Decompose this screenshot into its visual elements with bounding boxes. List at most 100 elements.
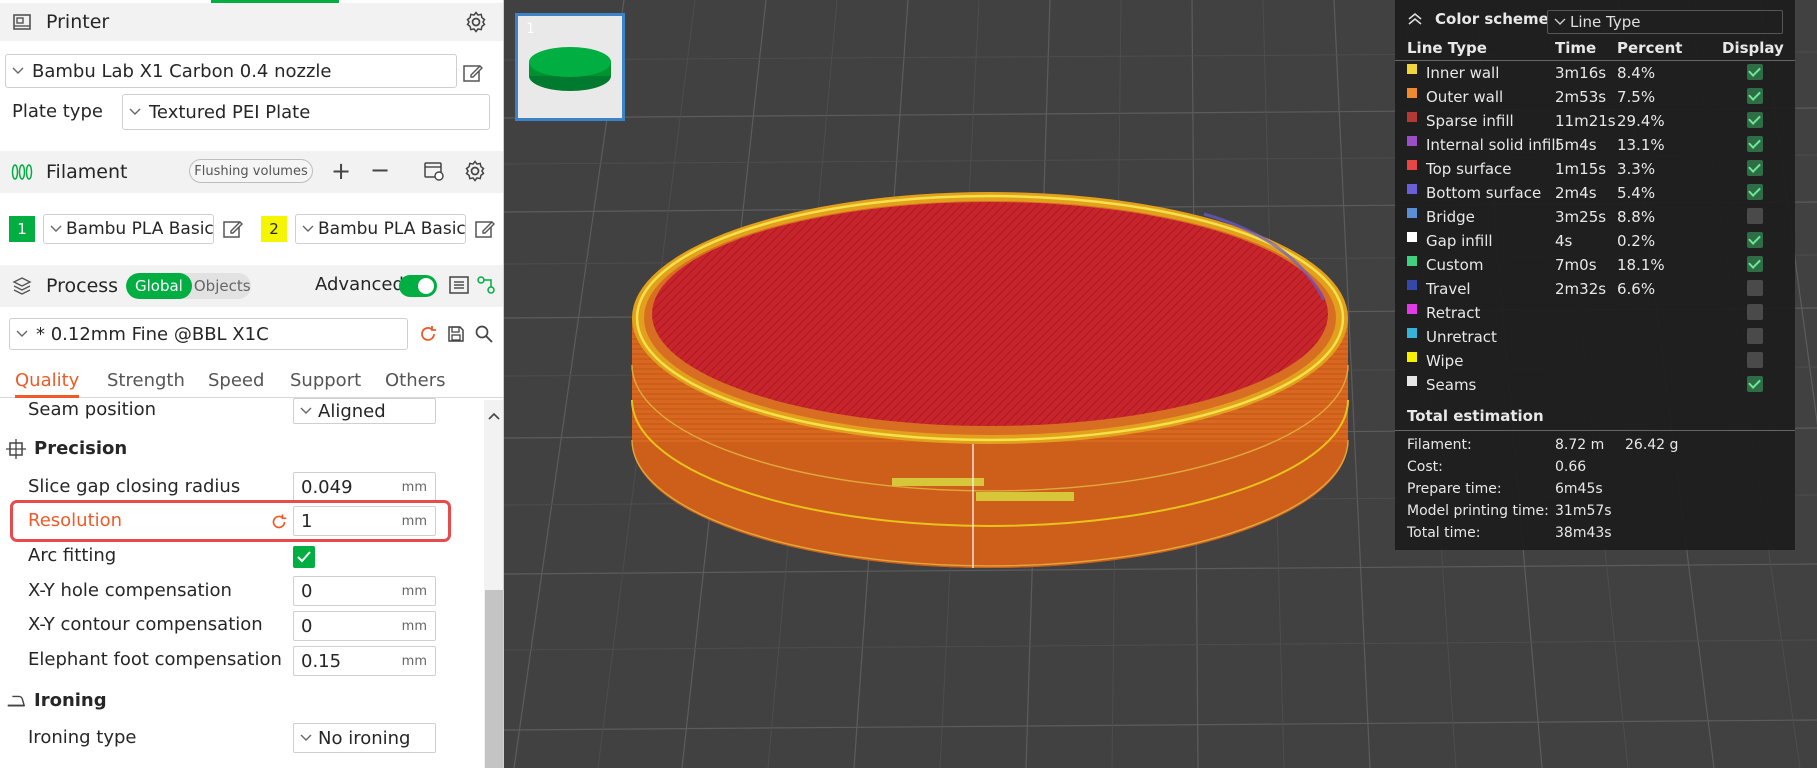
tab-others[interactable]: Others <box>385 370 446 391</box>
objects-option[interactable]: Objects <box>192 277 251 295</box>
line-type-name: Outer wall <box>1426 88 1504 106</box>
estimation-value: 6m45s <box>1555 481 1603 497</box>
compare-icon[interactable] <box>476 274 496 296</box>
display-checkbox[interactable] <box>1747 304 1763 320</box>
display-checkbox[interactable] <box>1747 136 1763 152</box>
line-type-name: Top surface <box>1426 160 1512 178</box>
process-profile-text: * 0.12mm Fine @BBL X1C <box>36 323 269 345</box>
line-type-time: 4s <box>1555 232 1573 250</box>
filament-slot-2-select[interactable]: Bambu PLA Basic <box>295 214 466 244</box>
process-scope-switch[interactable]: Global Objects <box>126 273 251 299</box>
line-type-percent: 6.6% <box>1617 280 1656 298</box>
ironing-type-label: Ironing type <box>28 727 137 748</box>
line-type-name: Bottom surface <box>1426 184 1542 202</box>
display-checkbox[interactable] <box>1747 112 1763 128</box>
legend-row: Unretract <box>1395 326 1795 350</box>
xy-contour-input[interactable]: 0 mm <box>293 611 436 641</box>
display-checkbox[interactable] <box>1747 208 1763 224</box>
seam-position-select[interactable]: Aligned <box>293 398 436 424</box>
save-profile-icon[interactable] <box>446 324 466 344</box>
process-profile-select[interactable]: * 0.12mm Fine @BBL X1C <box>9 318 408 350</box>
legend-row: Custom 7m0s 18.1% <box>1395 254 1795 278</box>
line-type-swatch <box>1407 88 1417 98</box>
elephant-foot-value: 0.15 <box>301 650 342 672</box>
filament-icon <box>10 160 34 184</box>
line-type-swatch <box>1407 64 1417 74</box>
tab-strength[interactable]: Strength <box>107 370 185 391</box>
estimation-row: Filament: 8.72 m 26.42 g <box>1395 437 1795 459</box>
line-type-name: Travel <box>1426 280 1471 298</box>
legend-separator <box>1395 430 1795 431</box>
remove-filament-icon[interactable]: − <box>370 158 390 182</box>
reset-resolution-icon[interactable] <box>270 513 288 531</box>
printer-icon <box>10 10 34 34</box>
line-type-time: 2m53s <box>1555 88 1607 106</box>
tab-quality[interactable]: Quality <box>15 370 79 391</box>
display-checkbox[interactable] <box>1747 280 1763 296</box>
line-type-percent: 0.2% <box>1617 232 1656 250</box>
col-time: Time <box>1555 39 1597 57</box>
edit-filament-2-icon[interactable] <box>474 218 496 240</box>
search-icon[interactable] <box>474 324 494 344</box>
legend-row: Wipe <box>1395 350 1795 374</box>
advanced-toggle[interactable] <box>399 275 437 297</box>
filament-slot-2-badge[interactable]: 2 <box>261 216 287 242</box>
display-checkbox[interactable] <box>1747 184 1763 200</box>
line-type-swatch <box>1407 184 1417 194</box>
estimation-row: Prepare time: 6m45s <box>1395 481 1795 503</box>
color-scheme-select[interactable]: Line Type <box>1547 10 1783 34</box>
slice-gap-label: Slice gap closing radius <box>28 476 241 497</box>
tab-support[interactable]: Support <box>290 370 361 391</box>
line-type-time: 5m4s <box>1555 136 1597 154</box>
line-type-time: 11m21s <box>1555 112 1616 130</box>
scroll-up-icon[interactable] <box>487 406 501 420</box>
line-type-percent: 8.4% <box>1617 64 1656 82</box>
process-layers-icon <box>10 274 34 298</box>
xy-contour-label: X-Y contour compensation <box>28 614 263 635</box>
xy-contour-unit: mm <box>401 618 427 634</box>
ironing-type-select[interactable]: No ironing <box>293 723 436 753</box>
display-checkbox[interactable] <box>1747 376 1763 392</box>
slice-gap-input[interactable]: 0.049 mm <box>293 472 436 502</box>
resolution-unit: mm <box>401 513 427 529</box>
list-view-icon[interactable] <box>448 274 470 296</box>
resolution-input[interactable]: 1 mm <box>293 506 436 536</box>
legend-row: Gap infill 4s 0.2% <box>1395 230 1795 254</box>
chevron-down-icon <box>300 407 314 415</box>
filament-settings-gear-icon[interactable] <box>463 159 487 183</box>
filament-title: Filament <box>46 161 128 183</box>
reset-profile-icon[interactable] <box>418 324 438 344</box>
filament-sync-icon[interactable] <box>422 159 446 183</box>
printer-model-select[interactable]: Bambu Lab X1 Carbon 0.4 nozzle <box>5 54 457 88</box>
elephant-foot-input[interactable]: 0.15 mm <box>293 646 436 676</box>
flushing-volumes-button[interactable]: Flushing volumes <box>189 159 313 183</box>
display-checkbox[interactable] <box>1747 160 1763 176</box>
slice-gap-unit: mm <box>401 479 427 495</box>
line-type-swatch <box>1407 112 1417 122</box>
display-checkbox[interactable] <box>1747 88 1763 104</box>
plate-type-select[interactable]: Textured PEI Plate <box>122 94 490 130</box>
display-checkbox[interactable] <box>1747 232 1763 248</box>
display-checkbox[interactable] <box>1747 256 1763 272</box>
seam-position-label: Seam position <box>28 399 157 420</box>
edit-printer-icon[interactable] <box>462 62 484 84</box>
filament-slot-1-badge[interactable]: 1 <box>9 216 35 242</box>
add-filament-icon[interactable]: + <box>331 159 351 183</box>
global-option[interactable]: Global <box>126 273 192 299</box>
precision-icon <box>6 438 26 459</box>
display-checkbox[interactable] <box>1747 352 1763 368</box>
xy-hole-input[interactable]: 0 mm <box>293 576 436 606</box>
col-percent: Percent <box>1617 39 1683 57</box>
line-type-swatch <box>1407 304 1417 314</box>
line-type-swatch <box>1407 232 1417 242</box>
tab-speed[interactable]: Speed <box>208 370 264 391</box>
edit-filament-1-icon[interactable] <box>222 218 244 240</box>
display-checkbox[interactable] <box>1747 328 1763 344</box>
settings-scrollbar-thumb[interactable] <box>485 590 503 768</box>
collapse-chevron-up-icon[interactable] <box>1407 12 1423 26</box>
printer-settings-gear-icon[interactable] <box>464 10 488 34</box>
display-checkbox[interactable] <box>1747 64 1763 80</box>
arc-fitting-checkbox[interactable] <box>293 546 315 568</box>
legend-row: Internal solid infill 5m4s 13.1% <box>1395 134 1795 158</box>
filament-slot-1-select[interactable]: Bambu PLA Basic <box>43 214 214 244</box>
